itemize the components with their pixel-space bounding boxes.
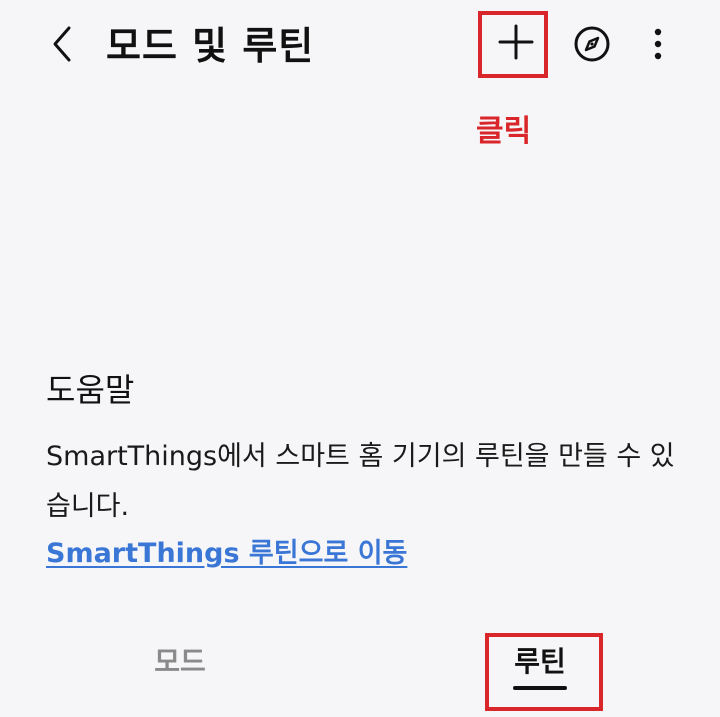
- smartthings-routine-link[interactable]: SmartThings 루틴으로 이동: [46, 532, 407, 576]
- tab-selected-indicator: [513, 686, 567, 690]
- tab-mode[interactable]: 모드: [130, 640, 230, 692]
- plus-icon: [496, 22, 536, 66]
- page-title: 모드 및 루틴: [106, 24, 315, 68]
- chevron-left-icon: [49, 24, 75, 68]
- tab-routine-label: 루틴: [514, 645, 566, 678]
- back-button[interactable]: [40, 22, 84, 70]
- tab-mode-label: 모드: [154, 645, 206, 678]
- discover-button[interactable]: [570, 24, 614, 68]
- more-options-button[interactable]: [638, 24, 678, 68]
- tab-routine[interactable]: 루틴: [490, 640, 590, 692]
- help-heading: 도움말: [46, 371, 135, 409]
- add-routine-button[interactable]: [492, 20, 540, 68]
- help-text: SmartThings에서 스마트 홈 기기의 루틴을 만들 수 있습니다.: [46, 441, 675, 522]
- click-annotation: 클릭: [476, 114, 532, 149]
- compass-icon: [573, 25, 611, 67]
- more-vertical-icon: [652, 26, 664, 66]
